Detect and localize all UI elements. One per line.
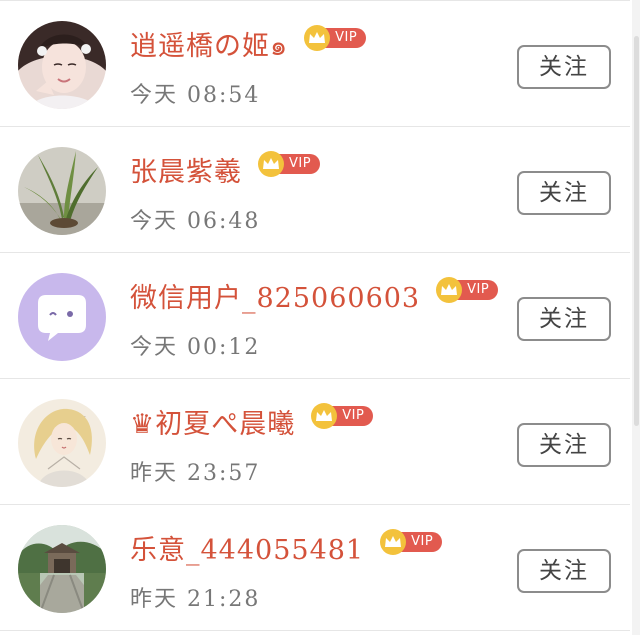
timestamp: 今天 06:48 [130,209,261,234]
vip-badge: VIP [304,25,367,51]
scrollbar-thumb[interactable] [634,36,639,426]
user-name[interactable]: ♛初夏ぺ晨曦 [130,403,295,447]
vip-badge: VIP [311,403,374,429]
vip-label: VIP [278,154,321,174]
name-line: 逍遥橋の姬๑ VIP [130,25,367,69]
avatar-illustrated-girl-icon[interactable]: · [18,399,106,487]
avatar-garden-photo-icon[interactable] [18,525,106,613]
crown-icon [436,277,463,303]
crown-icon [304,25,331,51]
list-item[interactable]: 逍遥橋の姬๑ VIP 今天 08:54 关注 [0,1,630,127]
list-item[interactable]: 张晨紫羲 VIP 今天 06:48 关注 [0,127,630,253]
follow-button[interactable]: 关注 [517,297,611,341]
name-line: 乐意_444055481 VIP [130,529,443,573]
vip-badge: VIP [258,151,321,177]
scrollbar[interactable] [632,0,640,635]
timestamp: 今天 00:12 [130,335,261,360]
follow-button[interactable]: 关注 [517,549,611,593]
vip-badge: VIP [436,277,499,303]
list-item[interactable]: 乐意_444055481 VIP 昨天 21:28 关注 [0,505,630,631]
timestamp: 昨天 23:57 [130,461,261,486]
avatar-plant-photo-icon[interactable] [18,147,106,235]
avatar-default-chat-bubble-icon[interactable] [18,273,106,361]
vip-badge: VIP [380,529,443,555]
vip-label: VIP [331,406,374,426]
follow-button[interactable]: 关注 [517,45,611,89]
crown-icon [258,151,284,177]
crown-icon [380,529,407,555]
list-item[interactable]: 微信用户_825060603 VIP 今天 00:12 关注 [0,253,630,379]
list-item[interactable]: · ♛初夏ぺ晨曦 VIP 昨天 23:57 关注 [0,379,630,505]
user-list: 逍遥橋の姬๑ VIP 今天 08:54 关注 张晨紫羲 VIP 今天 06:48… [0,0,630,631]
name-line: 张晨紫羲 VIP [130,151,321,195]
name-line: 微信用户_825060603 VIP [130,277,499,321]
user-name[interactable]: 逍遥橋の姬๑ [130,25,288,69]
vip-label: VIP [324,28,367,48]
avatar-girl-portrait-icon[interactable] [18,21,106,109]
svg-text:·: · [84,414,86,421]
vip-label: VIP [456,280,499,300]
follow-button[interactable]: 关注 [517,423,611,467]
user-name[interactable]: 张晨紫羲 [130,151,242,195]
timestamp: 昨天 21:28 [130,587,261,612]
user-name[interactable]: 微信用户_825060603 [130,277,420,321]
vip-label: VIP [400,532,443,552]
follow-button[interactable]: 关注 [517,171,611,215]
name-line: ♛初夏ぺ晨曦 VIP [130,403,374,447]
timestamp: 今天 08:54 [130,83,261,108]
user-name[interactable]: 乐意_444055481 [130,529,364,573]
